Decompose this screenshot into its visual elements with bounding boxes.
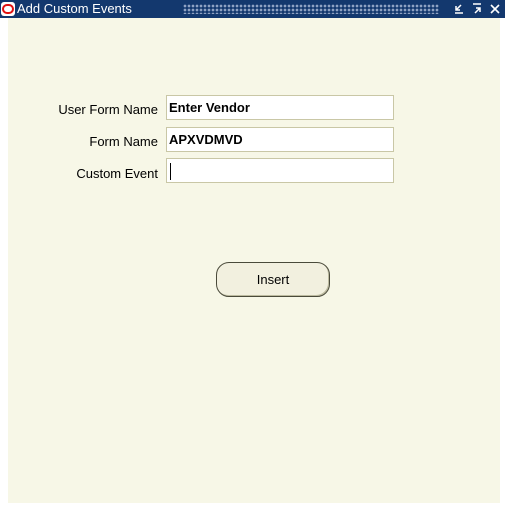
form-name-value: APXVDMVD [169, 132, 243, 147]
form-name-field[interactable]: APXVDMVD [166, 127, 394, 152]
title-bar-grip [183, 4, 439, 14]
maximize-icon[interactable] [470, 1, 484, 17]
form-panel: User Form Name Enter Vendor Form Name AP… [8, 18, 500, 503]
form-name-label: Form Name [89, 134, 158, 149]
title-bar[interactable]: Add Custom Events [0, 0, 505, 18]
user-form-name-field[interactable]: Enter Vendor [166, 95, 394, 120]
insert-button[interactable]: Insert [216, 262, 330, 297]
close-icon[interactable] [488, 1, 502, 17]
custom-event-label: Custom Event [76, 166, 158, 181]
custom-event-field[interactable] [166, 158, 394, 183]
text-cursor [170, 163, 171, 181]
add-custom-events-window: Add Custom Events User Form Name Enter V… [0, 0, 505, 531]
oracle-logo-icon [1, 2, 15, 16]
user-form-name-label: User Form Name [58, 102, 158, 117]
minimize-icon[interactable] [452, 1, 466, 17]
window-title: Add Custom Events [17, 1, 132, 16]
user-form-name-value: Enter Vendor [169, 100, 250, 115]
